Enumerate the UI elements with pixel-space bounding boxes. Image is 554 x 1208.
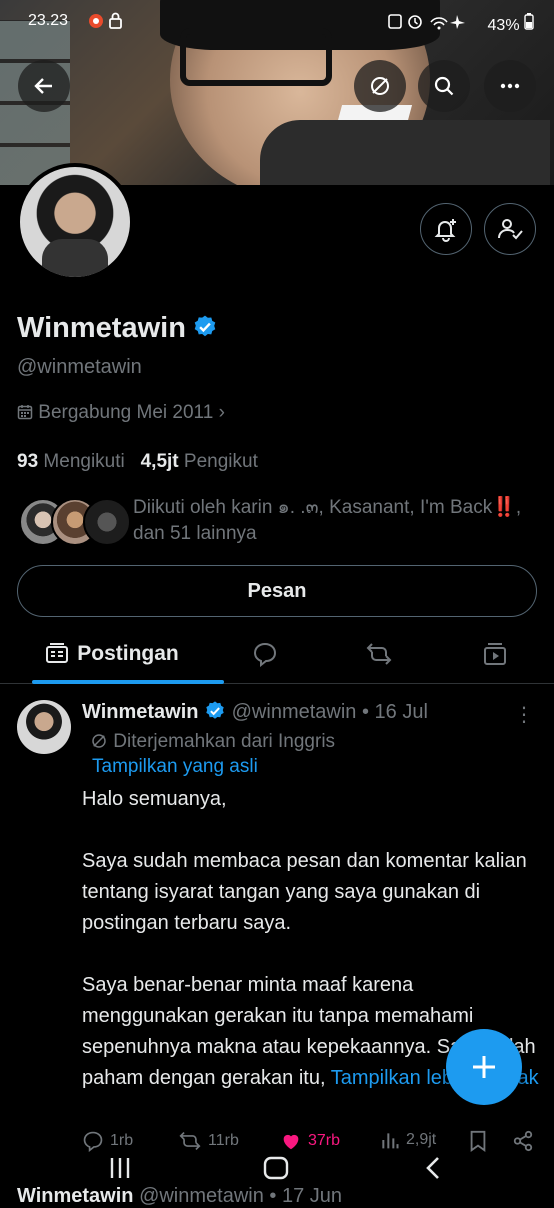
- plus-icon: [473, 1056, 495, 1078]
- followers-link[interactable]: 4,5jt Pengikut: [141, 451, 258, 472]
- post-handle-date: @winmetawin • 16 Jul: [231, 701, 428, 723]
- home-icon: [263, 1156, 289, 1180]
- chevron-left-icon: [426, 1157, 439, 1179]
- reply-icon: [253, 642, 277, 667]
- profile-tabs: Postingan: [0, 625, 554, 684]
- bell-plus-icon: [434, 219, 456, 242]
- posts-icon: [46, 643, 69, 663]
- post-paragraph: Halo semuanya,: [82, 788, 227, 810]
- status-right: 43%: [387, 12, 534, 35]
- profile-name-text: Winmetawin: [17, 312, 186, 344]
- post-paragraph: Saya sudah membaca pesan dan komentar ka…: [82, 850, 527, 934]
- grok-icon: [92, 734, 106, 748]
- calendar-icon: [17, 405, 33, 420]
- joined-date[interactable]: Bergabung Mei 2011 ›: [17, 402, 225, 424]
- tab-replies[interactable]: [232, 625, 298, 683]
- post-more-icon[interactable]: ⋮: [514, 702, 534, 727]
- translated-text: Diterjemahkan dari Inggris: [113, 731, 336, 752]
- translated-label: Diterjemahkan dari Inggris: [90, 731, 335, 753]
- grok-icon: [371, 77, 389, 95]
- notify-button[interactable]: [420, 203, 472, 255]
- post-author[interactable]: Winmetawin: [82, 701, 199, 723]
- joined-text: Bergabung Mei 2011: [38, 402, 214, 423]
- back-nav-button[interactable]: [420, 1154, 448, 1189]
- banner-suit: [260, 120, 550, 185]
- followers-label: Pengikut: [183, 451, 258, 472]
- status-notification-icons: [88, 12, 132, 33]
- more-horizontal-icon: [500, 83, 520, 89]
- status-system-icons: [388, 14, 466, 30]
- battery-icon: [524, 13, 534, 30]
- following-link[interactable]: 93 Mengikuti: [17, 451, 125, 472]
- views-chart-icon: [382, 1133, 399, 1149]
- post-avatar[interactable]: [17, 700, 71, 754]
- following-count: 93: [17, 451, 39, 472]
- repost-icon: [366, 643, 392, 665]
- verified-badge-icon[interactable]: [192, 314, 218, 340]
- home-button[interactable]: [262, 1154, 290, 1189]
- follow-stats: 93 Mengikuti 4,5jt Pengikut: [17, 451, 258, 473]
- search-icon: [434, 76, 454, 96]
- tab-media[interactable]: [462, 625, 528, 683]
- post-header: Winmetawin @winmetawin • 16 Jul: [82, 700, 428, 724]
- message-button[interactable]: Pesan: [17, 565, 537, 617]
- followed-by-section[interactable]: Diikuti oleh karin ๑. .๓, Kasanant, I'm …: [17, 495, 547, 550]
- verified-badge-icon: [206, 701, 224, 719]
- back-button[interactable]: [18, 60, 70, 112]
- user-check-icon: [498, 219, 523, 240]
- battery-level: 43%: [487, 17, 520, 34]
- chevron-right-icon: ›: [218, 402, 225, 423]
- status-time: 23.23: [28, 12, 69, 29]
- status-bar: 23.23 43%: [0, 0, 554, 44]
- profile-name: Winmetawin: [17, 312, 218, 345]
- following-label: Mengikuti: [43, 451, 125, 472]
- tab-reposts[interactable]: [346, 625, 412, 683]
- recent-apps-button[interactable]: [106, 1154, 134, 1189]
- android-nav-bar: [0, 1148, 554, 1200]
- more-button[interactable]: [484, 60, 536, 112]
- show-original-link[interactable]: Tampilkan yang asli: [92, 756, 258, 778]
- avatar-suit: [42, 239, 108, 277]
- search-button[interactable]: [418, 60, 470, 112]
- followed-by-text: Diikuti oleh karin ๑. .๓, Kasanant, I'm …: [133, 497, 522, 544]
- arrow-left-icon: [34, 78, 52, 94]
- followers-count: 4,5jt: [140, 451, 179, 472]
- profile-handle: @winmetawin: [17, 356, 142, 378]
- tab-posts-label: Postingan: [77, 642, 179, 665]
- compose-button[interactable]: [446, 1029, 522, 1105]
- media-icon: [484, 643, 506, 665]
- tab-posts[interactable]: Postingan: [16, 625, 224, 684]
- following-button[interactable]: [484, 203, 536, 255]
- recent-apps-icon: [110, 1158, 130, 1178]
- profile-avatar[interactable]: [16, 163, 134, 281]
- follower-avatar: [83, 498, 131, 546]
- views-count: 2,9jt: [406, 1131, 437, 1148]
- views-button[interactable]: 2,9jt: [380, 1130, 436, 1150]
- translate-button[interactable]: [354, 60, 406, 112]
